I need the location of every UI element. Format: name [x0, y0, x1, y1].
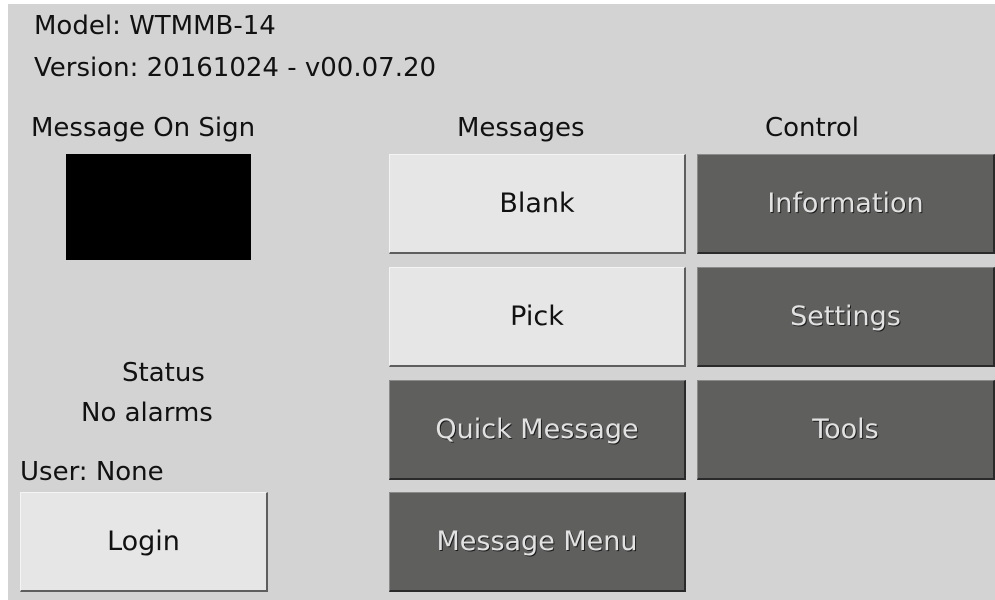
status-value: No alarms	[81, 398, 213, 428]
pick-message-button[interactable]: Pick	[389, 267, 686, 367]
quick-message-button[interactable]: Quick Message	[389, 380, 686, 480]
settings-button[interactable]: Settings	[697, 267, 995, 367]
information-button[interactable]: Information	[697, 154, 995, 254]
control-heading: Control	[765, 113, 859, 143]
login-button[interactable]: Login	[20, 492, 268, 592]
model-label: Model: WTMMB-14	[34, 11, 276, 41]
version-label: Version: 20161024 - v00.07.20	[34, 53, 437, 83]
message-menu-button[interactable]: Message Menu	[389, 492, 686, 592]
sign-preview	[66, 154, 251, 260]
messages-heading: Messages	[457, 113, 585, 143]
message-on-sign-label: Message On Sign	[31, 113, 256, 143]
blank-message-button[interactable]: Blank	[389, 154, 686, 254]
status-label: Status	[122, 358, 205, 388]
tools-button[interactable]: Tools	[697, 380, 995, 480]
sign-controller-screen: Model: WTMMB-14 Version: 20161024 - v00.…	[8, 4, 995, 600]
user-label: User: None	[20, 457, 164, 487]
